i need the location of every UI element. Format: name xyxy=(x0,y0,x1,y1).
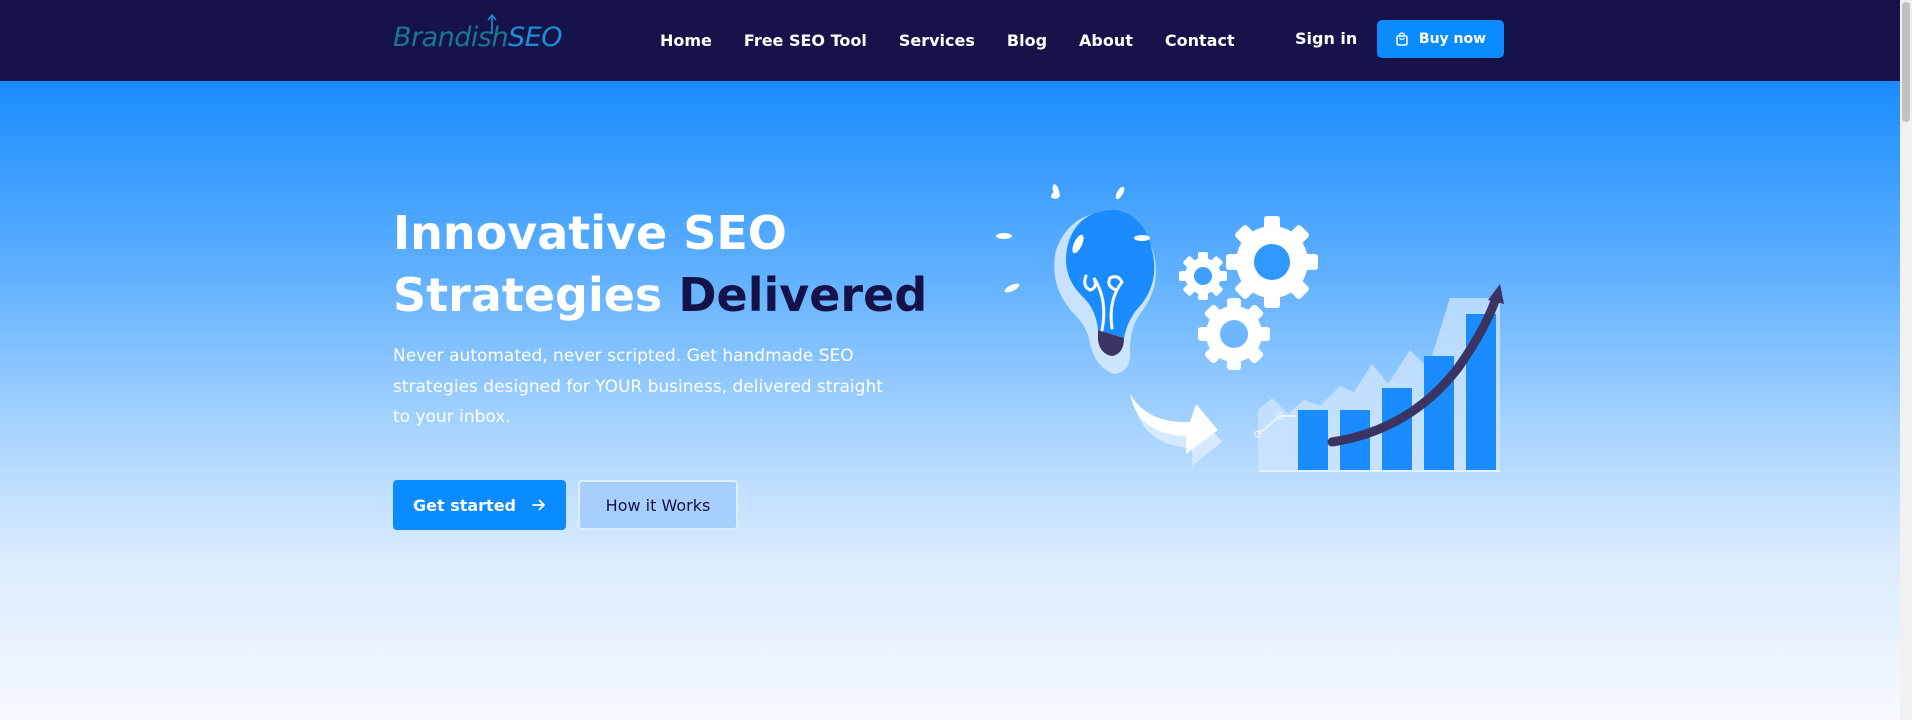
nav-link-about[interactable]: About xyxy=(1079,31,1133,50)
headline-line-2a: Strategies xyxy=(393,268,663,322)
headline-line-2b: Delivered xyxy=(678,268,928,322)
curved-arrow-icon xyxy=(1130,394,1222,466)
get-started-button[interactable]: Get started xyxy=(393,480,566,530)
brand-wordmark: BrandishSEO xyxy=(393,22,563,53)
growth-chart-icon xyxy=(1254,284,1504,472)
nav-link-services[interactable]: Services xyxy=(899,31,975,50)
nav-link-free-seo-tool[interactable]: Free SEO Tool xyxy=(744,31,867,50)
how-it-works-button[interactable]: How it Works xyxy=(578,480,738,530)
nav-link-blog[interactable]: Blog xyxy=(1007,31,1047,50)
nav-link-home[interactable]: Home xyxy=(660,31,712,50)
arrow-right-icon xyxy=(532,499,545,511)
scrollbar-thumb[interactable] xyxy=(1902,2,1910,122)
logo-spark-icon xyxy=(487,14,497,34)
lightbulb-icon xyxy=(996,184,1156,374)
hero-subtext: Never automated, never scripted. Get han… xyxy=(393,346,883,427)
hero-headline: Innovative SEO Strategies Delivered xyxy=(393,202,953,326)
headline-line-1: Innovative SEO xyxy=(393,206,787,260)
top-navbar: BrandishSEO Home Free SEO Tool Services … xyxy=(0,0,1900,81)
nav-link-contact[interactable]: Contact xyxy=(1165,31,1235,50)
get-started-label: Get started xyxy=(412,495,516,515)
hero-section xyxy=(0,81,1900,720)
shopping-bag-icon xyxy=(1396,32,1408,46)
brand-logo[interactable]: BrandishSEO xyxy=(393,14,563,56)
how-it-works-label: How it Works xyxy=(605,495,711,515)
page-scrollbar[interactable] xyxy=(1900,0,1912,720)
buy-now-button[interactable]: Buy now xyxy=(1377,20,1504,58)
main-nav: Home Free SEO Tool Services Blog About C… xyxy=(660,0,1267,81)
seo-growth-illustration xyxy=(996,184,1504,472)
buy-now-label: Buy now xyxy=(1418,31,1487,47)
sign-in-link[interactable]: Sign in xyxy=(1295,29,1357,48)
gears-icon xyxy=(1179,216,1318,370)
